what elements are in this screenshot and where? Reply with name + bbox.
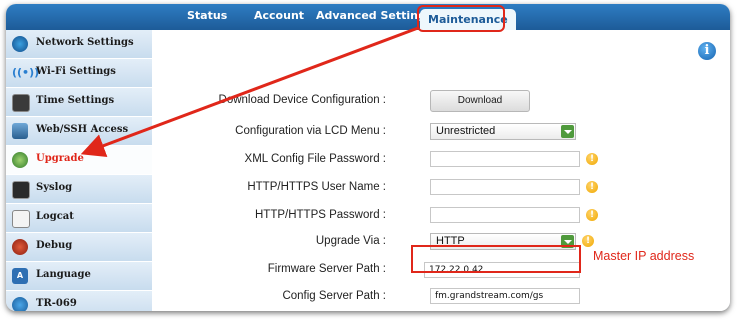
config-path-field[interactable]: fm.grandstream.com/gs: [430, 288, 580, 304]
row-http-user: HTTP/HTTPS User Name : !: [152, 177, 730, 201]
row-config-path: Config Server Path : fm.grandstream.com/…: [152, 286, 730, 310]
language-icon: A: [12, 268, 28, 284]
firmware-highlight-box: [411, 245, 581, 273]
sidebar-item-language[interactable]: A Language: [6, 262, 152, 291]
sidebar-item-syslog[interactable]: Syslog: [6, 175, 152, 204]
sidebar-item-network-settings[interactable]: Network Settings: [6, 30, 152, 59]
sidebar-item-wifi-settings[interactable]: ((•)) Wi-Fi Settings: [6, 59, 152, 88]
sidebar-item-label: Wi-Fi Settings: [36, 66, 116, 77]
row-http-password: HTTP/HTTPS Password : !: [152, 205, 730, 229]
syslog-icon: [12, 181, 30, 199]
sidebar-item-label: Logcat: [36, 211, 74, 222]
sidebar: Network Settings ((•)) Wi-Fi Settings Ti…: [6, 30, 152, 311]
tab-account[interactable]: Account: [254, 9, 304, 22]
sidebar-item-label: TR-069: [36, 298, 77, 309]
upgrade-icon: [12, 152, 28, 168]
tab-status[interactable]: Status: [187, 9, 227, 22]
upgrade-via-label: Upgrade Via :: [315, 235, 386, 247]
sidebar-item-logcat[interactable]: Logcat: [6, 204, 152, 233]
sidebar-item-tr069[interactable]: TR-069: [6, 291, 152, 311]
clock-icon: [12, 94, 30, 112]
config-path-label: Config Server Path :: [282, 290, 386, 302]
row-xml-password: XML Config File Password : !: [152, 149, 730, 173]
master-ip-annotation: Master IP address: [593, 249, 695, 263]
chevron-down-icon: [561, 125, 574, 138]
lcd-menu-value: Unrestricted: [436, 125, 496, 137]
sidebar-item-label: Syslog: [36, 182, 73, 193]
network-icon: [12, 36, 28, 52]
wifi-icon: ((•)): [12, 66, 40, 79]
sidebar-item-debug[interactable]: Debug: [6, 233, 152, 262]
lcd-menu-label: Configuration via LCD Menu :: [235, 125, 386, 137]
firmware-path-label: Firmware Server Path :: [267, 263, 386, 275]
help-icon[interactable]: !: [582, 235, 594, 247]
lcd-menu-select[interactable]: Unrestricted: [430, 123, 576, 140]
sidebar-item-upgrade[interactable]: Upgrade: [6, 146, 152, 175]
maintenance-highlight-box: [417, 5, 505, 32]
help-icon[interactable]: !: [586, 209, 598, 221]
sidebar-item-label: Network Settings: [36, 37, 134, 48]
sidebar-item-label: Web/SSH Access: [36, 124, 129, 135]
tab-advanced-settings[interactable]: Advanced Settings: [316, 9, 432, 22]
info-icon[interactable]: i: [698, 42, 716, 60]
help-icon[interactable]: !: [586, 153, 598, 165]
row-lcd-menu: Configuration via LCD Menu : Unrestricte…: [152, 121, 730, 145]
logcat-icon: [12, 210, 30, 228]
http-password-field[interactable]: [430, 207, 580, 223]
download-button[interactable]: Download: [430, 90, 530, 112]
top-tab-bar: Status Account Advanced Settings Mainten…: [6, 4, 730, 30]
sidebar-item-label: Time Settings: [36, 95, 115, 106]
http-password-label: HTTP/HTTPS Password :: [255, 209, 386, 221]
row-download-config: Download Device Configuration : Download: [152, 90, 730, 114]
sidebar-item-label: Debug: [36, 240, 73, 251]
sidebar-item-time-settings[interactable]: Time Settings: [6, 88, 152, 117]
sidebar-item-label: Language: [36, 269, 91, 280]
http-user-label: HTTP/HTTPS User Name :: [247, 181, 386, 193]
download-config-label: Download Device Configuration :: [218, 94, 386, 106]
sidebar-item-label: Upgrade: [36, 153, 84, 164]
app-window: Status Account Advanced Settings Mainten…: [6, 4, 730, 311]
web-access-icon: [12, 123, 28, 139]
help-icon[interactable]: !: [586, 181, 598, 193]
sidebar-item-web-ssh-access[interactable]: Web/SSH Access: [6, 117, 152, 146]
xml-password-label: XML Config File Password :: [244, 153, 386, 165]
xml-password-field[interactable]: [430, 151, 580, 167]
http-user-field[interactable]: [430, 179, 580, 195]
tr069-icon: [12, 297, 28, 311]
debug-icon: [12, 239, 28, 255]
